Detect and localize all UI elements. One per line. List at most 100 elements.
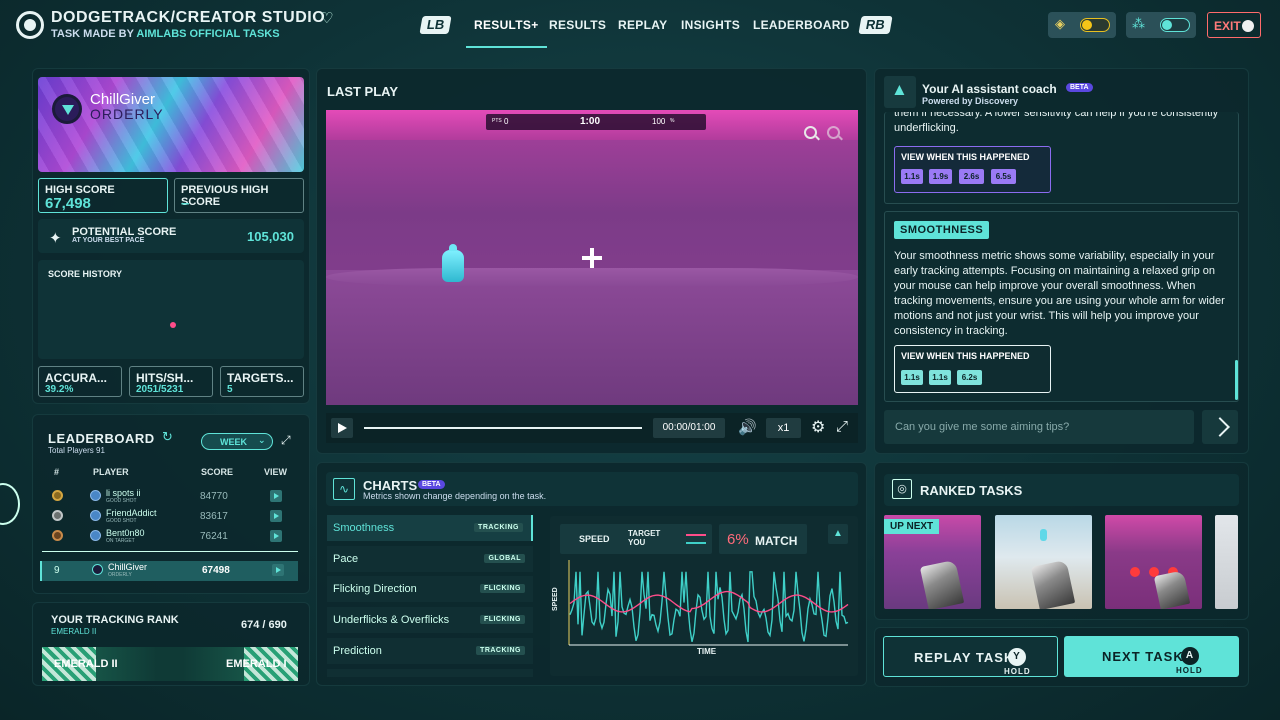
lb-player-tag: GOOD SHOT (106, 498, 137, 504)
self-tag: ORDERLY (108, 572, 132, 578)
favorite-heart-icon[interactable]: ♡ (320, 9, 333, 27)
tab-replay[interactable]: REPLAY (618, 18, 667, 32)
tab-insights[interactable]: INSIGHTS (681, 18, 740, 32)
coach-scrollbar[interactable] (1235, 360, 1238, 400)
lb-player-name[interactable]: Bent0n80 (106, 528, 145, 538)
hud-timer: 1:00 (580, 116, 601, 127)
coach-a-logo-icon: ▲ (891, 80, 908, 99)
timestamp-chip[interactable]: 1.1s (901, 169, 923, 184)
volume-icon[interactable]: 🔊 (738, 418, 757, 436)
coach-chat-input[interactable]: Can you give me some aiming tips? (884, 410, 1194, 444)
lb-bumper-button[interactable]: LB (419, 16, 452, 34)
zoom-out-icon[interactable] (827, 126, 840, 139)
rank-emblem-icon (52, 94, 82, 124)
lb-player-name[interactable]: li spots ii (106, 488, 141, 498)
coach-powered-by: Powered by Discovery (922, 96, 1019, 106)
coach-message-card: them if necessary. A lower sensitivity c… (884, 112, 1239, 204)
metric-label: Flicking Direction (333, 583, 417, 595)
send-message-button[interactable] (1202, 410, 1238, 444)
exit-button[interactable]: EXIT (1207, 12, 1261, 38)
hold-label: HOLD (1004, 667, 1031, 676)
replay-scrubber[interactable] (364, 427, 642, 429)
hud-pts-label: PTS (492, 118, 502, 124)
hits-value: 2051/5231 (136, 384, 184, 395)
playback-speed-button[interactable]: x1 (766, 418, 801, 438)
task-author[interactable]: AIMLABS OFFICIAL TASKS (136, 28, 279, 40)
visual-toggle-switch[interactable] (1080, 18, 1110, 32)
metric-tag: TRACKING (474, 523, 523, 532)
metric-prediction[interactable]: Prediction TRACKING (327, 638, 533, 664)
view-when-happened-box: VIEW WHEN THIS HAPPENED 1.1s 1.9s 2.6s 6… (894, 146, 1051, 193)
metric-row-partial[interactable] (327, 669, 533, 677)
you-speed-series (569, 571, 849, 643)
rb-bumper-button[interactable]: RB (858, 16, 893, 34)
lb-player-name[interactable]: FriendAddict (106, 508, 157, 518)
tab-leaderboard[interactable]: LEADERBOARD (753, 18, 850, 32)
replay-viewport[interactable]: PTS 0 1:00 100 % (326, 110, 858, 405)
metric-tag: FLICKING (479, 615, 525, 624)
silver-medal-icon (52, 510, 63, 521)
share-toggle-group: ⁂ (1126, 12, 1196, 38)
timestamp-chip[interactable]: 6.2s (957, 370, 982, 385)
coach-avatar: ▲ (884, 76, 916, 108)
coach-logo-icon[interactable]: ▲ (828, 524, 848, 544)
hold-label: HOLD (1176, 666, 1203, 675)
view-replay-button[interactable] (272, 564, 284, 576)
zoom-in-icon[interactable] (804, 126, 817, 139)
col-player: PLAYER (93, 467, 129, 477)
metric-flicking-direction[interactable]: Flicking Direction FLICKING (327, 576, 533, 602)
expand-icon[interactable]: ⤢ (281, 433, 291, 448)
target-bot-icon (442, 244, 464, 282)
ranked-target-icon: ◎ (892, 479, 912, 499)
metric-smoothness[interactable]: Smoothness TRACKING (327, 515, 533, 541)
ranked-task-thumb-1[interactable]: UP NEXT (884, 515, 981, 609)
targets-label: TARGETS... (227, 371, 294, 385)
ranked-task-thumb-2[interactable] (995, 515, 1092, 609)
ranked-task-thumb-3[interactable] (1105, 515, 1202, 609)
coach-message-text: them if necessary. A lower sensitivity c… (894, 112, 1219, 134)
last-play-title: LAST PLAY (327, 84, 399, 99)
next-task-button[interactable]: NEXT TASK A HOLD (1064, 636, 1239, 677)
leaderboard-period-select[interactable]: WEEK ⌄ (201, 433, 273, 450)
refresh-icon[interactable]: ↻ (162, 429, 173, 445)
match-label: MATCH (755, 534, 798, 548)
avatar (90, 490, 101, 501)
side-nav-circle-icon[interactable] (0, 483, 20, 525)
task-author-line: TASK MADE BY AIMLABS OFFICIAL TASKS (51, 28, 280, 40)
tab-results-plus[interactable]: RESULTS+ (466, 18, 547, 48)
view-replay-button[interactable] (270, 510, 282, 522)
metric-pace[interactable]: Pace GLOBAL (327, 546, 533, 572)
task-title: DODGETRACK/CREATOR STUDIO (51, 9, 326, 26)
leaderboard-divider (42, 551, 298, 552)
timestamp-chip[interactable]: 6.5s (991, 169, 1016, 184)
timestamp-chip[interactable]: 1.1s (901, 370, 923, 385)
timestamp-chip[interactable]: 1.1s (929, 370, 951, 385)
view-replay-button[interactable] (270, 490, 282, 502)
timestamp-chip[interactable]: 2.6s (959, 169, 984, 184)
metric-label: Pace (333, 553, 359, 565)
up-next-badge: UP NEXT (884, 519, 940, 534)
col-rank: # (54, 467, 60, 477)
previous-high-score-value: – (181, 195, 190, 212)
score-history-point (170, 322, 176, 328)
settings-gear-icon[interactable]: ⚙ (811, 417, 825, 437)
view-replay-button[interactable] (270, 530, 282, 542)
metric-underflicks-overflicks[interactable]: Underflicks & Overflicks FLICKING (327, 607, 533, 633)
view-when-label: VIEW WHEN THIS HAPPENED (901, 351, 1030, 361)
x-axis-label: TIME (697, 647, 717, 656)
timestamp-chip[interactable]: 1.9s (929, 169, 952, 184)
leaderboard-self-row[interactable]: 9 ChillGiver ORDERLY 67498 (40, 561, 298, 581)
fullscreen-icon[interactable]: ⤢ (836, 418, 848, 435)
play-button[interactable] (331, 418, 353, 438)
tab-results[interactable]: RESULTS (549, 18, 606, 32)
replay-task-button[interactable]: REPLAY TASK Y HOLD (883, 636, 1058, 677)
share-toggle-switch[interactable] (1160, 18, 1190, 32)
view-when-happened-box: VIEW WHEN THIS HAPPENED 1.1s 1.1s 6.2s (894, 345, 1051, 393)
player-banner: ChillGiver ORDERLY (38, 77, 304, 172)
potential-score-value: 105,030 (247, 229, 294, 244)
accuracy-value: 39.2% (45, 384, 74, 395)
ranked-task-thumb-4[interactable] (1215, 515, 1238, 609)
smoothness-chart: SPEED TARGET YOU 6% MATCH ▲ SPEED TIME (550, 516, 858, 676)
high-score-value: 67,498 (45, 195, 91, 212)
leaderboard-total-players: Total Players 91 (48, 446, 105, 455)
